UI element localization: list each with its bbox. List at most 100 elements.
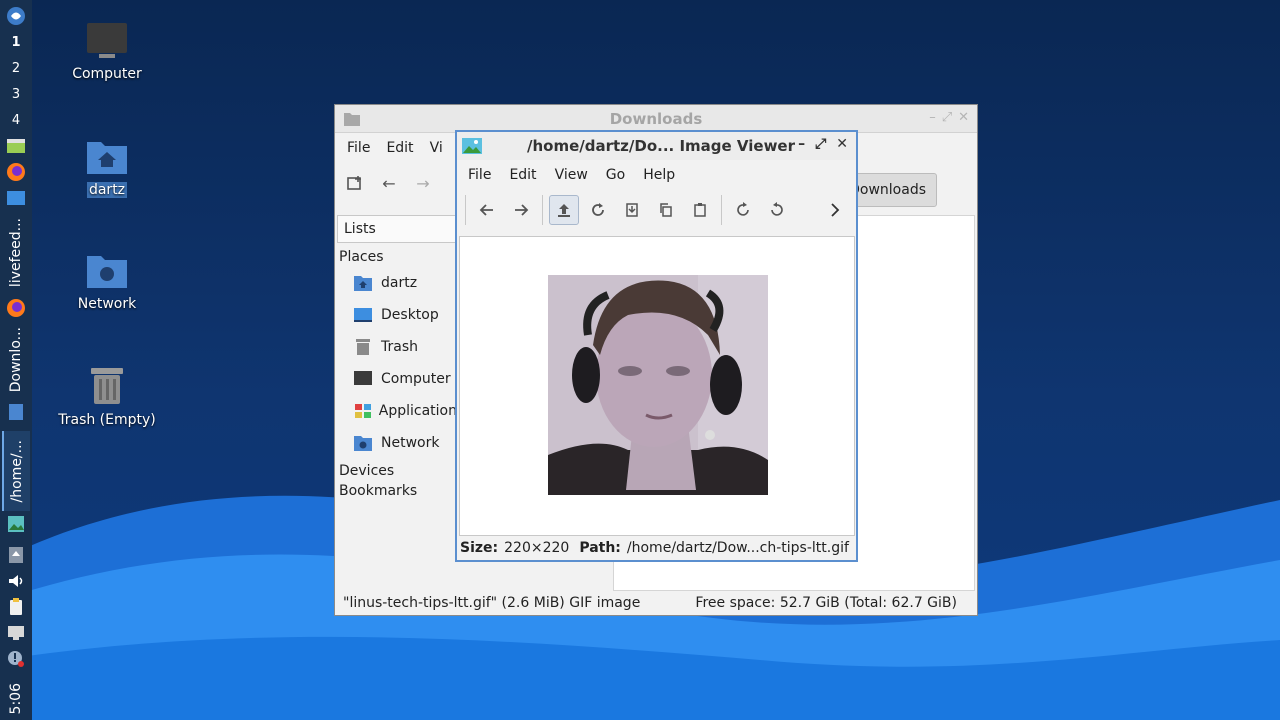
fm-titlebar[interactable]: Downloads – ⤢ ✕: [335, 105, 977, 133]
displayed-image: [548, 275, 768, 495]
minimize-icon[interactable]: –: [798, 136, 805, 152]
iv-menu-file[interactable]: File: [459, 167, 500, 183]
tray-upload[interactable]: [2, 543, 30, 567]
iv-window-buttons: – ⤢ ✕: [798, 136, 848, 152]
paste-icon[interactable]: [685, 195, 715, 225]
fm-sidebar: Lists Places dartz Desktop Trash Compute…: [337, 215, 457, 585]
maximize-icon[interactable]: ⤢: [942, 110, 952, 125]
task-folder-icon[interactable]: [2, 400, 30, 424]
toolbar-separator: [721, 195, 722, 225]
copy-icon[interactable]: [651, 195, 681, 225]
more-chevron-icon[interactable]: [820, 195, 850, 225]
place-applications[interactable]: Application: [337, 395, 457, 427]
close-icon[interactable]: ✕: [836, 136, 848, 152]
place-label: Network: [381, 435, 440, 451]
fm-menu-view[interactable]: Vi: [422, 140, 451, 156]
new-window-icon[interactable]: [345, 173, 365, 193]
notification-icon: [8, 651, 24, 667]
section-devices[interactable]: Devices: [337, 459, 457, 483]
task-livefeed[interactable]: livefeed...: [2, 211, 30, 295]
back-arrow-icon[interactable]: ←: [379, 173, 399, 193]
task-image-viewer[interactable]: /home/...: [2, 431, 30, 511]
place-dartz[interactable]: dartz: [337, 267, 457, 299]
path-label: Path:: [579, 540, 621, 556]
save-icon[interactable]: [617, 195, 647, 225]
close-icon[interactable]: ✕: [958, 110, 969, 125]
desktop-icon-computer[interactable]: Computer: [52, 20, 162, 82]
place-label: Trash: [381, 339, 418, 355]
fm-menu-file[interactable]: File: [339, 140, 378, 156]
place-computer[interactable]: Computer: [337, 363, 457, 395]
place-trash[interactable]: Trash: [337, 331, 457, 363]
iv-menu-view[interactable]: View: [546, 167, 597, 183]
task-image-viewer-icon[interactable]: [2, 512, 30, 536]
launcher-files[interactable]: [2, 134, 30, 158]
path-value: /home/dartz/Dow...ch-tips-ltt.gif: [626, 540, 849, 556]
launcher-firefox[interactable]: [2, 160, 30, 184]
maximize-icon[interactable]: ⤢: [815, 136, 826, 152]
trash-icon: [91, 368, 123, 404]
computer-icon: [87, 23, 127, 58]
side-pane-type-select[interactable]: Lists: [337, 215, 457, 243]
network-folder-icon: [87, 256, 127, 288]
minimize-icon[interactable]: –: [929, 110, 936, 125]
launcher-desktop[interactable]: [2, 186, 30, 210]
app-menu-button[interactable]: [2, 4, 30, 28]
iv-titlebar[interactable]: /home/dartz/Do... Image Viewer – ⤢ ✕: [457, 132, 856, 160]
open-upload-icon[interactable]: [549, 195, 579, 225]
fm-statusbar: "linus-tech-tips-ltt.gif" (2.6 MiB) GIF …: [335, 591, 977, 615]
place-label: Desktop: [381, 307, 439, 323]
iv-menu-go[interactable]: Go: [597, 167, 634, 183]
workspace-1[interactable]: 1: [2, 29, 30, 55]
toolbar-separator: [542, 195, 543, 225]
rotate-counterclockwise-icon[interactable]: [762, 195, 792, 225]
eject-icon: [9, 547, 23, 563]
desktop-icon-home[interactable]: dartz: [52, 136, 162, 198]
iv-menu-edit[interactable]: Edit: [500, 167, 545, 183]
trash-icon: [356, 339, 370, 355]
iv-menu-help[interactable]: Help: [634, 167, 684, 183]
fm-title: Downloads: [609, 109, 703, 128]
tray-notification[interactable]: [2, 647, 30, 671]
fm-menu-edit[interactable]: Edit: [378, 140, 421, 156]
workspace-2[interactable]: 2: [2, 55, 30, 81]
next-arrow-icon[interactable]: [506, 195, 536, 225]
image-canvas[interactable]: [459, 236, 855, 536]
status-selection: "linus-tech-tips-ltt.gif" (2.6 MiB) GIF …: [343, 595, 641, 611]
iv-statusbar: Size: 220×220 Path: /home/dartz/Dow...ch…: [460, 538, 849, 558]
desktop-icon-label: Trash (Empty): [58, 412, 156, 428]
desktop-icon-label: Computer: [72, 66, 142, 82]
clipboard-icon: [10, 598, 22, 615]
computer-icon: [354, 371, 372, 385]
iv-menubar: File Edit View Go Help: [457, 160, 856, 190]
forward-arrow-icon[interactable]: →: [413, 173, 433, 193]
desktop-icon-label: Network: [77, 296, 137, 312]
panel-clock[interactable]: 5:06: [0, 683, 32, 714]
task-downloads[interactable]: Downlo...: [2, 321, 30, 399]
home-folder-icon: [87, 142, 127, 174]
tray-clipboard[interactable]: [2, 595, 30, 619]
workspace-3[interactable]: 3: [2, 81, 30, 107]
reload-icon[interactable]: [583, 195, 613, 225]
tray-network[interactable]: [2, 621, 30, 645]
previous-arrow-icon[interactable]: [472, 195, 502, 225]
volume-icon: [9, 575, 23, 587]
iv-toolbar: [457, 190, 856, 230]
desktop-icon-trash[interactable]: Trash (Empty): [52, 364, 162, 428]
section-bookmarks[interactable]: Bookmarks: [337, 483, 457, 507]
toolbar-separator: [465, 195, 466, 225]
fm-window-buttons: – ⤢ ✕: [929, 110, 969, 125]
place-desktop[interactable]: Desktop: [337, 299, 457, 331]
image-viewer-icon: [8, 516, 24, 532]
clock-text: 5:06: [8, 682, 24, 714]
place-label: Application: [378, 403, 457, 419]
section-places[interactable]: Places: [337, 243, 457, 267]
place-network[interactable]: Network: [337, 427, 457, 459]
tray-volume[interactable]: [2, 569, 30, 593]
workspace-4[interactable]: 4: [2, 107, 30, 133]
applications-icon: [355, 404, 371, 418]
desktop-icon-network[interactable]: Network: [52, 250, 162, 312]
task-firefox-icon[interactable]: [2, 296, 30, 320]
task-label: Downlo...: [8, 327, 24, 393]
rotate-clockwise-icon[interactable]: [728, 195, 758, 225]
